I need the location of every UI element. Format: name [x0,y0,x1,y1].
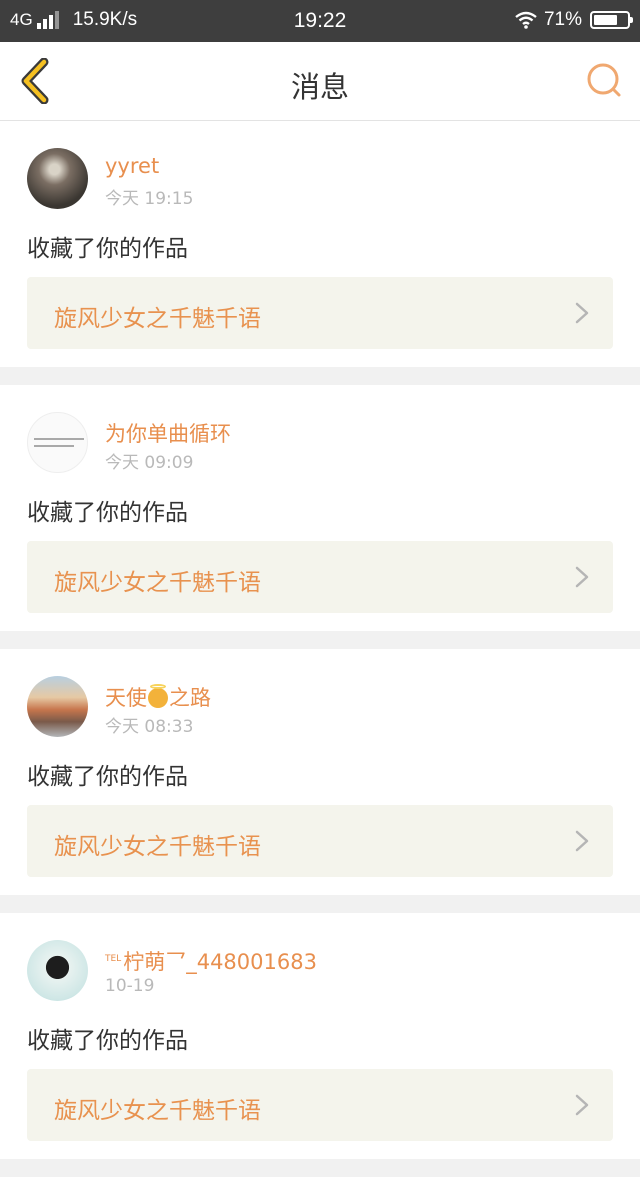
wifi-icon [515,11,537,29]
work-title: 旋风少女之千魅千语 [54,570,261,596]
work-link[interactable]: 旋风少女之千魅千语 [27,277,613,349]
message-card: 为你单曲循环 今天 09:09 收藏了你的作品 旋风少女之千魅千语 [0,385,640,631]
username[interactable]: TEL柠萌乛_448001683 [105,946,317,976]
username-text: 柠萌乛_448001683 [123,950,317,974]
search-button[interactable] [586,62,624,100]
chevron-right-icon [575,830,589,852]
message-time: 今天 08:33 [105,717,194,737]
username[interactable]: yyret [105,154,159,178]
work-title: 旋风少女之千魅千语 [54,1098,261,1124]
message-card: TEL柠萌乛_448001683 10-19 收藏了你的作品 旋风少女之千魅千语 [0,913,640,1159]
message-action: 收藏了你的作品 [27,764,188,790]
username[interactable]: 天使 之路 [105,682,211,712]
message-card: yyret 今天 19:15 收藏了你的作品 旋风少女之千魅千语 [0,121,640,367]
username-prefix: 天使 [105,686,147,710]
status-right: 71% [514,9,633,31]
message-time: 今天 09:09 [105,453,194,473]
message-action: 收藏了你的作品 [27,500,188,526]
battery-fill [594,15,617,25]
work-link[interactable]: 旋风少女之千魅千语 [27,541,613,613]
work-title: 旋风少女之千魅千语 [54,306,261,332]
message-time: 今天 19:15 [105,189,194,209]
chevron-right-icon [575,566,589,588]
work-link[interactable]: 旋风少女之千魅千语 [27,1069,613,1141]
search-icon [587,63,621,97]
avatar[interactable] [27,412,88,473]
avatar[interactable] [27,148,88,209]
page-title: 消息 [290,70,349,104]
work-link[interactable]: 旋风少女之千魅千语 [27,805,613,877]
battery-icon [590,11,633,29]
chevron-right-icon [575,1094,589,1116]
username-suffix: 之路 [169,686,211,710]
tel-tag: TEL [105,954,122,964]
message-action: 收藏了你的作品 [27,236,188,262]
message-list: yyret 今天 19:15 收藏了你的作品 旋风少女之千魅千语 为你单曲循环 … [0,121,640,1177]
chevron-right-icon [575,302,589,324]
message-time: 10-19 [105,976,155,996]
angel-emoji-icon [148,684,168,708]
nav-bar: 消息 [0,42,640,121]
message-card: 天使 之路 今天 08:33 收藏了你的作品 旋风少女之千魅千语 [0,649,640,895]
work-title: 旋风少女之千魅千语 [54,834,261,860]
avatar[interactable] [27,940,88,1001]
message-action: 收藏了你的作品 [27,1028,188,1054]
battery-percent: 71% [543,9,582,30]
avatar[interactable] [27,676,88,737]
username[interactable]: 为你单曲循环 [105,418,231,448]
status-bar: 4G 15.9K/s 19:22 71% [0,0,640,42]
